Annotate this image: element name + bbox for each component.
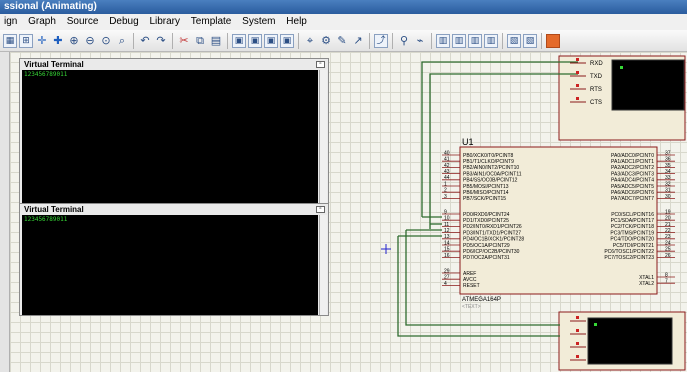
mcu-text-placeholder: <TEXT> — [462, 304, 481, 310]
pin-label: PC2/TCK/PCINT18 — [611, 224, 654, 230]
crosshair-icon[interactable] — [381, 244, 391, 254]
pin-number: 4 — [444, 281, 447, 287]
pin-number: 32 — [665, 181, 671, 187]
pin-label: PB5/MOSI/PCINT13 — [463, 184, 509, 190]
pin-label: PD0/RXD0/PCINT24 — [463, 212, 510, 218]
pin-number: 44 — [444, 175, 450, 181]
pin-label: PC1/SDA/PCINT17 — [611, 218, 655, 224]
cursor-mark — [620, 66, 623, 69]
pin-number: 9 — [444, 209, 447, 215]
pin-label: PC6/TOSC1/PCINT22 — [604, 249, 654, 255]
pin-number: 31 — [665, 188, 671, 194]
pin-label: PB4/SS/OC0B/PCINT12 — [463, 178, 518, 184]
port-label-cts: CTS — [590, 100, 602, 106]
pin-label: PB6/MISO/PCINT14 — [463, 190, 509, 196]
pin-marker — [576, 58, 579, 61]
pin-label: PA5/ADC5/PCINT5 — [611, 184, 654, 190]
pin-label: PA1/ADC1/PCINT1 — [611, 159, 654, 165]
port-label-txd: TXD — [590, 332, 603, 338]
pin-label: PC7/TOSC2/PCINT23 — [604, 255, 654, 261]
mcu-reference: U1 — [462, 137, 474, 147]
pin-number: 16 — [444, 253, 450, 259]
pin-label: PD6/ICP/OC2B/PCINT30 — [463, 249, 520, 255]
pin-label: RESET — [463, 283, 480, 289]
pin-number: 34 — [665, 169, 671, 175]
pin-number: 21 — [665, 222, 671, 228]
pin-label: PD5/OC1A/PCINT29 — [463, 243, 510, 249]
pin-number: 13 — [444, 234, 450, 240]
port-label-cts: CTS — [590, 358, 602, 364]
pin-label: PA2/ADC2/PCINT2 — [611, 165, 654, 171]
pin-number: 3 — [444, 194, 447, 200]
pin-label: AREF — [463, 271, 476, 277]
pin-label: PB1/T1/CLKO/PCINT9 — [463, 159, 514, 165]
pin-number: 43 — [444, 169, 450, 175]
pin-label: XTAL1 — [639, 275, 654, 281]
pin-label: PC5/TDI/PCINT21 — [613, 243, 654, 249]
pin-number: 26 — [665, 253, 671, 259]
port-label-rxd: RXD — [590, 61, 603, 67]
pin-label: PB2/AIN0/INT2/PCINT10 — [463, 165, 519, 171]
pin-number: 27 — [444, 275, 450, 281]
pin-number: 14 — [444, 240, 450, 246]
pin-number: 22 — [665, 228, 671, 234]
pin-marker — [576, 355, 579, 358]
pin-number: 37 — [665, 150, 671, 156]
pin-label: PB7/SCK/PCINT15 — [463, 196, 506, 202]
pin-number: 40 — [444, 150, 450, 156]
pin-number: 36 — [665, 157, 671, 163]
pin-label: AVCC — [463, 277, 477, 283]
pin-number: 35 — [665, 163, 671, 169]
pin-label: PB3/AIN1/OC0A/PCINT11 — [463, 171, 522, 177]
pin-number: 7 — [665, 279, 668, 285]
port-label-rts: RTS — [590, 87, 602, 93]
mcu-part-name: ATMEGA164P — [462, 297, 501, 303]
pin-label: PD1/TXD0/PCINT25 — [463, 218, 509, 224]
pin-label: XTAL2 — [639, 281, 654, 287]
pin-number: 30 — [665, 194, 671, 200]
pin-label: PD4/OC1B/XCK1/PCINT28 — [463, 237, 524, 243]
pin-number: 41 — [444, 157, 450, 163]
pin-label: PC0/SCL/PCINT16 — [611, 212, 654, 218]
pin-label: PC4/TDO/PCINT20 — [610, 237, 654, 243]
pin-number: 8 — [665, 272, 668, 278]
pin-number: 20 — [665, 216, 671, 222]
pin-label: PC3/TMS/PCINT19 — [610, 230, 654, 236]
pin-label: PD2/INT0/RXD1/PCINT26 — [463, 224, 522, 230]
pin-marker — [576, 97, 579, 100]
pin-label: PA3/ADC3/PCINT3 — [611, 171, 654, 177]
pin-marker — [576, 316, 579, 319]
pin-label: PD7/OC2A/PCINT31 — [463, 255, 510, 261]
pin-number: 1 — [444, 181, 447, 187]
pin-number: 23 — [665, 234, 671, 240]
pin-marker — [576, 71, 579, 74]
pin-label: PD3/INT1/TXD1/PCINT27 — [463, 230, 521, 236]
pin-marker — [576, 342, 579, 345]
pin-number: 29 — [444, 268, 450, 274]
pin-number: 25 — [665, 247, 671, 253]
pin-label: PA7/ADC7/PCINT7 — [611, 196, 654, 202]
pin-number: 19 — [665, 209, 671, 215]
pin-label: PA4/ADC4/PCINT4 — [611, 178, 654, 184]
pin-number: 10 — [444, 216, 450, 222]
port-label-rxd: RXD — [590, 319, 603, 325]
schematic-drawing: RXD TXD RTS CTS RXD TXD RTS CTS 40 PB0/XCK0/T0/… — [381, 55, 686, 371]
pin-number: 15 — [444, 247, 450, 253]
pin-number: 42 — [444, 163, 450, 169]
port-label-rts: RTS — [590, 345, 602, 351]
pin-marker — [576, 84, 579, 87]
pin-marker — [576, 329, 579, 332]
pin-label: PA6/ADC6/PCINT6 — [611, 190, 654, 196]
pin-number: 2 — [444, 188, 447, 194]
pin-label: PB0/XCK0/T0/PCINT8 — [463, 153, 514, 159]
pin-number: 11 — [444, 222, 449, 228]
pin-number: 12 — [444, 228, 450, 234]
pin-number: 33 — [665, 175, 671, 181]
pin-number: 24 — [665, 240, 671, 246]
port-label-txd: TXD — [590, 74, 603, 80]
pin-label: PA0/ADC0/PCINT0 — [611, 153, 654, 159]
